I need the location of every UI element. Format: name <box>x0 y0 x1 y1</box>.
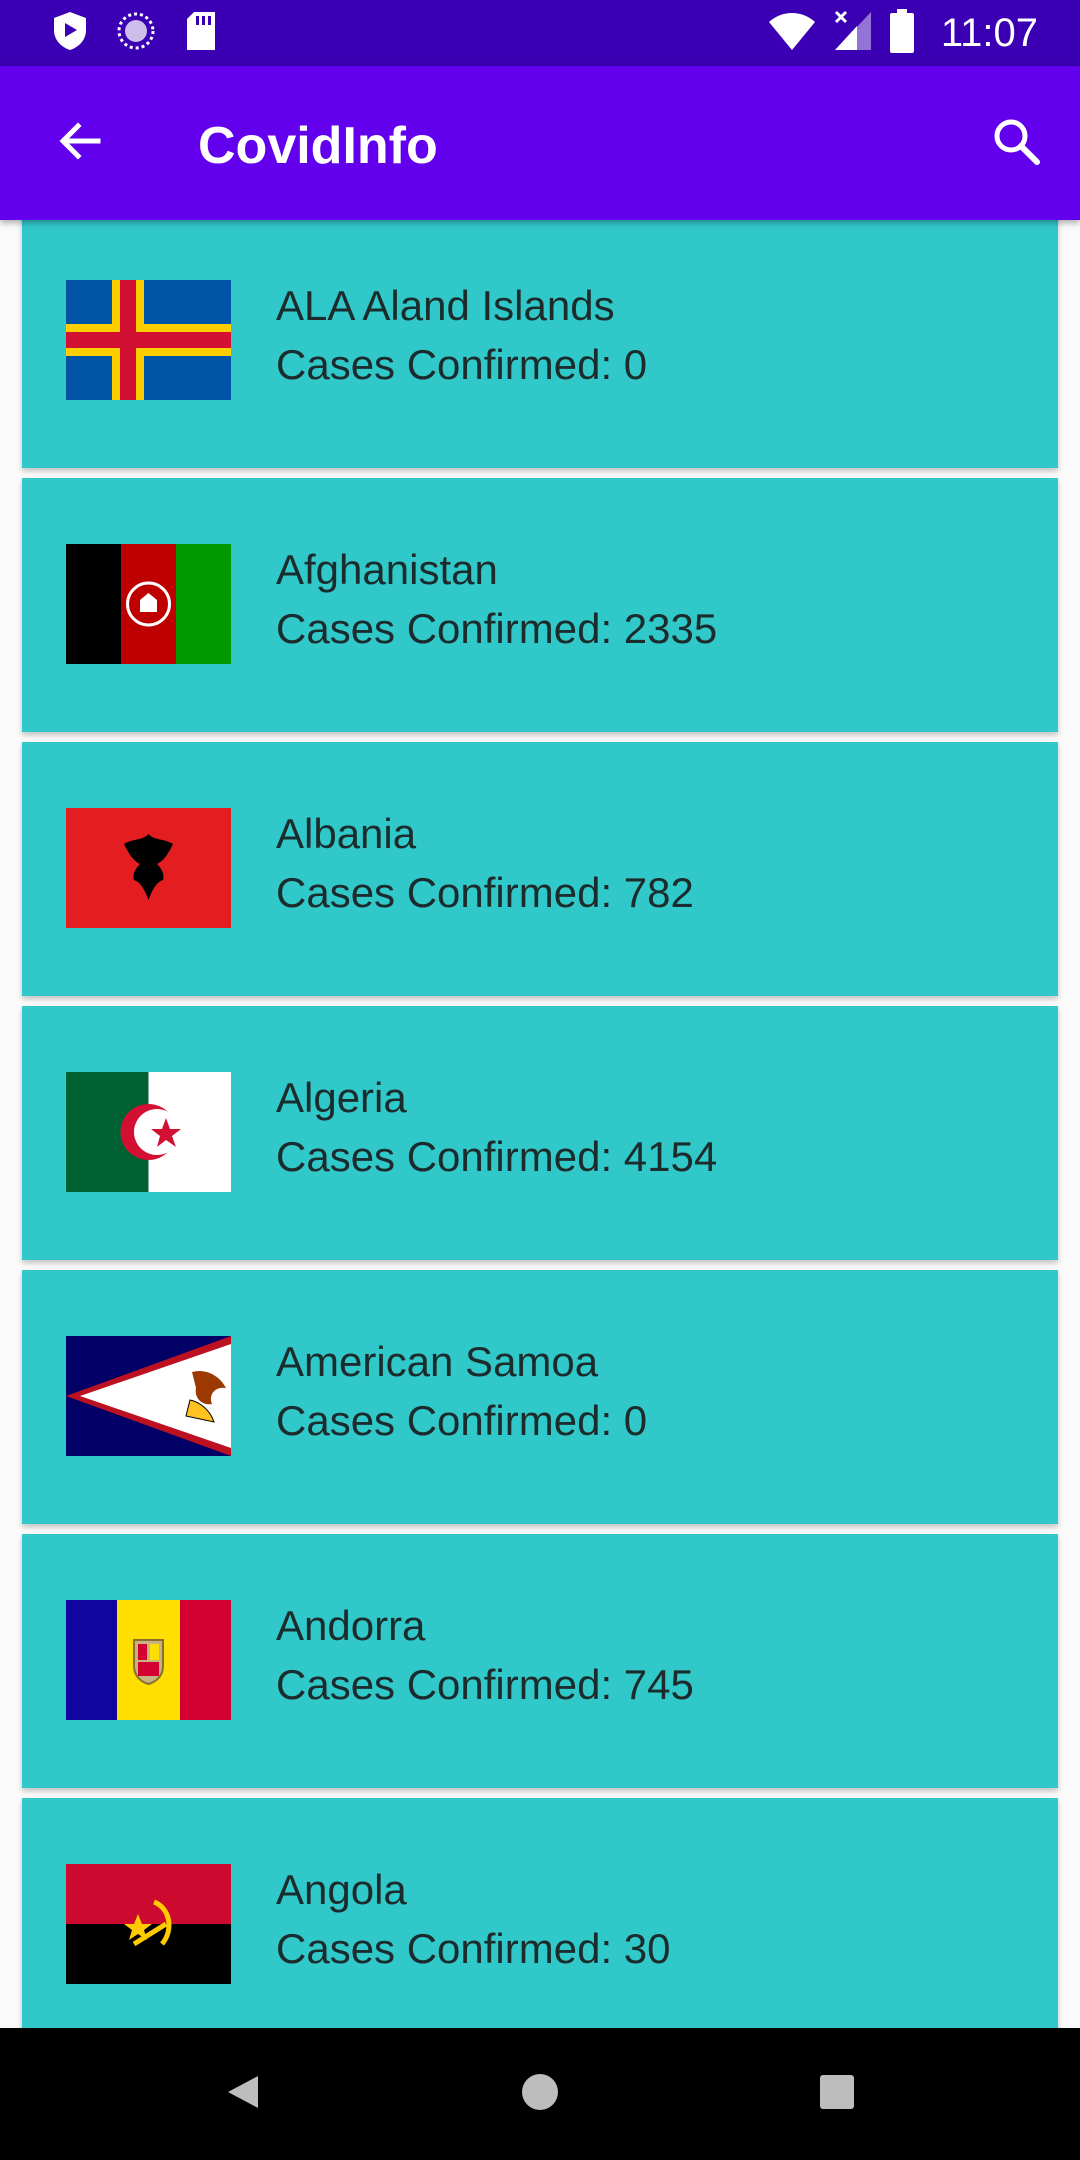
shield-icon <box>52 11 88 56</box>
search-button[interactable] <box>980 107 1052 179</box>
algeria-flag-icon <box>66 1072 231 1192</box>
sd-card-icon <box>184 11 218 56</box>
search-icon <box>990 115 1042 172</box>
arrow-back-icon <box>56 117 104 170</box>
country-name: ALA Aland Islands <box>276 282 615 329</box>
cases-confirmed: Cases Confirmed: 782 <box>276 869 694 916</box>
country-name: Afghanistan <box>276 546 498 593</box>
afghanistan-flag-icon <box>66 544 231 664</box>
wifi-icon <box>767 11 817 56</box>
andorra-flag-icon <box>66 1600 231 1720</box>
battery-icon <box>889 8 915 58</box>
navigation-bar <box>0 2028 1080 2160</box>
country-list[interactable]: ALA Aland Islands Cases Confirmed: 0 Afg… <box>0 220 1080 2028</box>
cases-confirmed: Cases Confirmed: 745 <box>276 1661 694 1708</box>
recents-button[interactable] <box>801 2058 873 2130</box>
nav-back-icon <box>222 2072 262 2117</box>
cases-confirmed: Cases Confirmed: 2335 <box>276 605 718 652</box>
back-button[interactable] <box>44 107 116 179</box>
home-icon <box>520 2072 560 2117</box>
country-card[interactable]: Algeria Cases Confirmed: 4154 <box>22 1006 1058 1260</box>
home-button[interactable] <box>504 2058 576 2130</box>
nav-back-button[interactable] <box>206 2058 278 2130</box>
american-samoa-flag-icon <box>66 1336 231 1456</box>
albania-flag-icon <box>66 808 231 928</box>
status-notifications <box>52 11 218 55</box>
country-card[interactable]: American Samoa Cases Confirmed: 0 <box>22 1270 1058 1524</box>
country-name: Andorra <box>276 1602 426 1649</box>
signal-icon <box>833 10 873 57</box>
cases-confirmed: Cases Confirmed: 0 <box>276 1397 648 1444</box>
status-system: 11:07 <box>767 8 1038 58</box>
country-card[interactable]: Afghanistan Cases Confirmed: 2335 <box>22 478 1058 732</box>
cases-confirmed: Cases Confirmed: 4154 <box>276 1133 718 1180</box>
country-card[interactable]: Angola Cases Confirmed: 30 <box>22 1798 1058 2028</box>
country-name: Albania <box>276 810 417 857</box>
country-card[interactable]: Andorra Cases Confirmed: 745 <box>22 1534 1058 1788</box>
aland-islands-flag-icon <box>66 280 231 400</box>
country-card[interactable]: Albania Cases Confirmed: 782 <box>22 742 1058 996</box>
angola-flag-icon <box>66 1864 231 1984</box>
country-name: Angola <box>276 1866 407 1913</box>
cases-confirmed: Cases Confirmed: 0 <box>276 341 648 388</box>
sync-icon <box>116 11 156 56</box>
country-card[interactable]: ALA Aland Islands Cases Confirmed: 0 <box>22 220 1058 468</box>
app-title: CovidInfo <box>198 117 438 175</box>
app-bar: CovidInfo <box>0 66 1080 220</box>
country-name: Algeria <box>276 1074 407 1121</box>
status-time: 11:07 <box>940 10 1038 55</box>
cases-confirmed: Cases Confirmed: 30 <box>276 1925 671 1972</box>
status-bar: 11:07 <box>0 0 1080 66</box>
country-name: American Samoa <box>276 1338 599 1385</box>
recents-icon <box>817 2072 857 2117</box>
